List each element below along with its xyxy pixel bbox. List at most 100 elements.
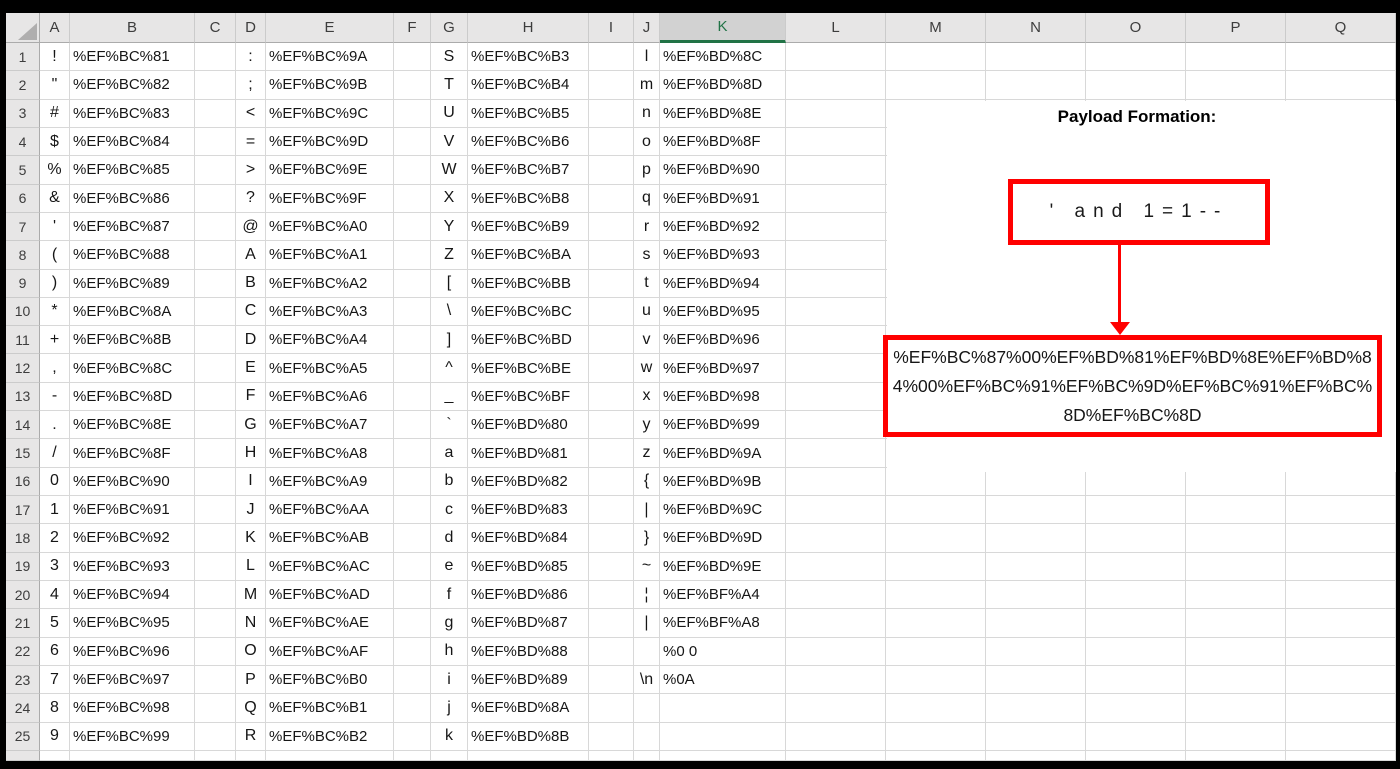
cell-M22[interactable] [886,637,986,666]
cell-L13[interactable] [786,382,886,412]
cell-G15[interactable]: a [431,439,468,468]
cell-I5[interactable] [589,156,634,185]
cell-G24[interactable]: j [431,694,468,723]
cell-L20[interactable] [786,580,886,610]
row-header-14[interactable]: 14 [6,411,40,440]
cell-M1[interactable] [886,43,986,72]
cell-I11[interactable] [589,326,634,355]
cell-G25[interactable]: k [431,722,468,751]
cell-E8[interactable]: %EF%BC%A1 [266,241,394,270]
row-header-20[interactable]: 20 [6,580,40,610]
cell-J1[interactable]: l [634,43,660,72]
cell-N21[interactable] [986,609,1086,638]
row-header-3[interactable]: 3 [6,99,40,128]
cell-F1[interactable] [394,43,431,72]
cell-A21[interactable]: 5 [40,609,70,638]
cell-A11[interactable]: + [40,326,70,355]
cell-A2[interactable]: " [40,71,70,100]
cell-J11[interactable]: v [634,326,660,355]
cell-H15[interactable]: %EF%BD%81 [468,439,589,468]
cell-D2[interactable]: ; [236,71,266,100]
cell-G14[interactable]: ` [431,411,468,440]
row-header-6[interactable]: 6 [6,184,40,213]
cell-J16[interactable]: { [634,467,660,496]
cell-J24[interactable] [634,694,660,723]
cell-H21[interactable]: %EF%BD%87 [468,609,589,638]
cell-C12[interactable] [195,354,236,383]
row-header-24[interactable]: 24 [6,694,40,723]
cell-J23[interactable]: \n [634,665,660,695]
cell-F25[interactable] [394,722,431,751]
cell-L22[interactable] [786,637,886,666]
cell-Q18[interactable] [1286,524,1396,553]
cell-K23[interactable]: %0A [660,665,786,695]
cell-L3[interactable] [786,99,886,128]
cell-E24[interactable]: %EF%BC%B1 [266,694,394,723]
cell-B6[interactable]: %EF%BC%86 [70,184,195,213]
cell-K20[interactable]: %EF%BF%A4 [660,580,786,610]
cell-L17[interactable] [786,496,886,525]
cell-D3[interactable]: < [236,99,266,128]
cell-N17[interactable] [986,496,1086,525]
cell-I23[interactable] [589,665,634,695]
row-header-10[interactable]: 10 [6,297,40,327]
cell-F16[interactable] [394,467,431,496]
cell-L11[interactable] [786,326,886,355]
row-header-8[interactable]: 8 [6,241,40,270]
cell-B20[interactable]: %EF%BC%94 [70,580,195,610]
cell-L25[interactable] [786,722,886,751]
cell-K6[interactable]: %EF%BD%91 [660,184,786,213]
cell-K18[interactable]: %EF%BD%9D [660,524,786,553]
cell-E7[interactable]: %EF%BC%A0 [266,212,394,242]
cell-E25[interactable]: %EF%BC%B2 [266,722,394,751]
cell-H10[interactable]: %EF%BC%BC [468,297,589,327]
cell-I20[interactable] [589,580,634,610]
cell-L9[interactable] [786,269,886,298]
cell-B22[interactable]: %EF%BC%96 [70,637,195,666]
cell-J6[interactable]: q [634,184,660,213]
cell-D10[interactable]: C [236,297,266,327]
cell-C5[interactable] [195,156,236,185]
cell-K15[interactable]: %EF%BD%9A [660,439,786,468]
cell-O17[interactable] [1086,496,1186,525]
cell-E5[interactable]: %EF%BC%9E [266,156,394,185]
cell-A18[interactable]: 2 [40,524,70,553]
cell-I3[interactable] [589,99,634,128]
cell-B19[interactable]: %EF%BC%93 [70,552,195,581]
cell-F13[interactable] [394,382,431,412]
cell-F10[interactable] [394,297,431,327]
cell-C20[interactable] [195,580,236,610]
cell-E10[interactable]: %EF%BC%A3 [266,297,394,327]
cell-G10[interactable]: \ [431,297,468,327]
cell-I22[interactable] [589,637,634,666]
payload-encoded-box[interactable]: %EF%BC%87%00%EF%BD%81%EF%BD%8E%EF%BD%84%… [883,335,1382,437]
cell-J19[interactable]: ~ [634,552,660,581]
cell-E1[interactable]: %EF%BC%9A [266,43,394,72]
column-header-K[interactable]: K [660,13,786,43]
cell-E2[interactable]: %EF%BC%9B [266,71,394,100]
cell-P21[interactable] [1186,609,1286,638]
cell-M19[interactable] [886,552,986,581]
row-header-12[interactable]: 12 [6,354,40,383]
cell-D5[interactable]: > [236,156,266,185]
cell-G17[interactable]: c [431,496,468,525]
cell-K2[interactable]: %EF%BD%8D [660,71,786,100]
cell-B11[interactable]: %EF%BC%8B [70,326,195,355]
cell-F22[interactable] [394,637,431,666]
cell-J3[interactable]: n [634,99,660,128]
cell-A23[interactable]: 7 [40,665,70,695]
cell-N2[interactable] [986,71,1086,100]
cell-J12[interactable]: w [634,354,660,383]
cell-G21[interactable]: g [431,609,468,638]
cell-D6[interactable]: ? [236,184,266,213]
cell-L4[interactable] [786,127,886,157]
cell-A6[interactable]: & [40,184,70,213]
cell-E3[interactable]: %EF%BC%9C [266,99,394,128]
cell-M25[interactable] [886,722,986,751]
cell-A15[interactable]: / [40,439,70,468]
cell-K4[interactable]: %EF%BD%8F [660,127,786,157]
cell-B25[interactable]: %EF%BC%99 [70,722,195,751]
cell-K21[interactable]: %EF%BF%A8 [660,609,786,638]
cell-G1[interactable]: S [431,43,468,72]
cell-C18[interactable] [195,524,236,553]
